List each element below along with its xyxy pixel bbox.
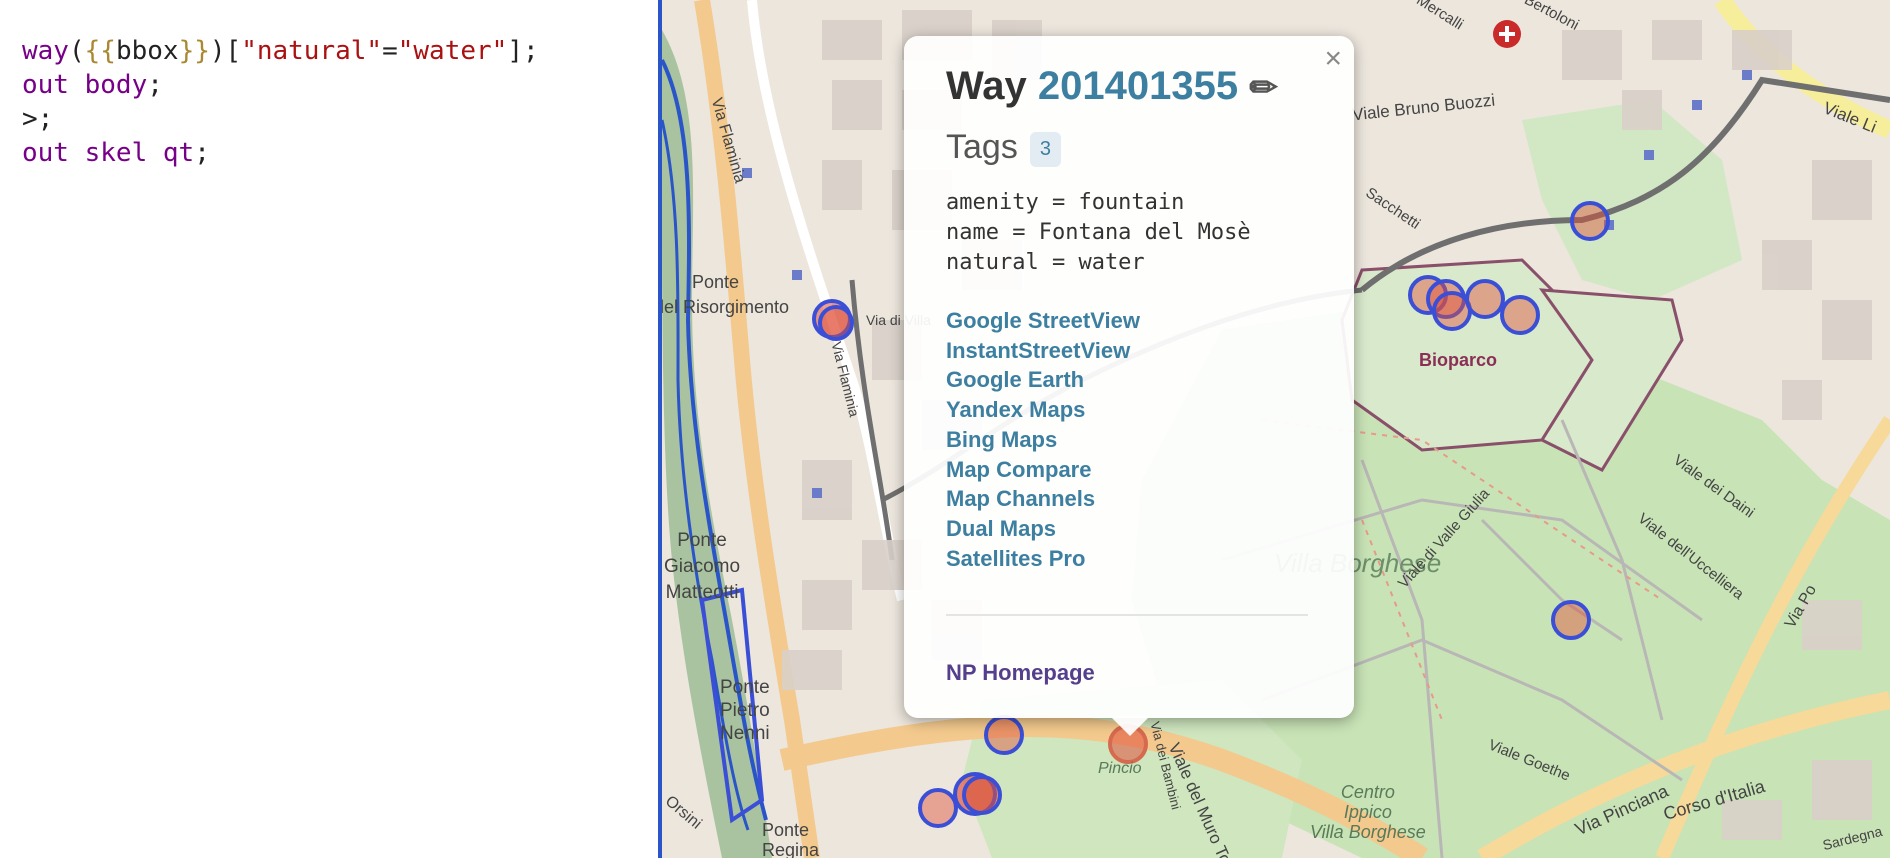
tags-header: Tags 3 (946, 128, 1061, 167)
marker (1570, 201, 1610, 241)
code-token: out body (22, 70, 148, 100)
code-token: way (22, 36, 69, 66)
popup-divider (946, 614, 1308, 616)
code-token: out skel qt (22, 138, 195, 168)
label-ponte-1: Ponte (692, 272, 740, 292)
close-icon[interactable]: × (1324, 44, 1342, 74)
marker (1500, 295, 1540, 335)
external-links: Google StreetView InstantStreetView Goog… (946, 306, 1140, 573)
label-pincio: Pincio (1098, 760, 1142, 777)
link-dual-maps[interactable]: Dual Maps (946, 514, 1140, 544)
link-google-streetview[interactable]: Google StreetView (946, 306, 1140, 336)
query-editor[interactable]: way({{bbox}})["natural"="water"]; out bod… (0, 0, 658, 858)
np-homepage-link[interactable]: NP Homepage (946, 660, 1095, 686)
marker (984, 715, 1024, 755)
code-token: ; (147, 70, 163, 100)
link-satellites-pro[interactable]: Satellites Pro (946, 544, 1140, 574)
code-token: ; (194, 138, 210, 168)
label-ponte-matteotti: Ponte Giacomo Matteotti (664, 530, 741, 603)
popup-tip (1110, 716, 1150, 736)
code-token: ]; (507, 36, 539, 66)
tags-label: Tags (946, 128, 1018, 166)
query-code[interactable]: way({{bbox}})["natural"="water"]; out bod… (22, 34, 539, 170)
tag-row: name = Fontana del Mosè (946, 220, 1251, 245)
code-token: "natural" (241, 36, 383, 66)
tag-row: natural = water (946, 250, 1145, 275)
feature-popup: × Way 201401355 ✏ Tags 3 amenity = founta… (904, 36, 1354, 718)
link-instantstreetview[interactable]: InstantStreetView (946, 336, 1140, 366)
link-google-earth[interactable]: Google Earth (946, 365, 1140, 395)
code-line[interactable]: way({{bbox}})["natural"="water"]; (22, 34, 539, 68)
link-map-compare[interactable]: Map Compare (946, 455, 1140, 485)
title-prefix: Way (946, 64, 1027, 108)
marker (962, 775, 1002, 815)
code-token: "water" (397, 36, 508, 66)
marker (1432, 291, 1472, 331)
tag-row: amenity = fountain (946, 190, 1185, 215)
label-ponte-regina: Ponte Regina (762, 820, 820, 858)
marker (1551, 600, 1591, 640)
pencil-icon[interactable]: ✏ (1249, 69, 1278, 107)
code-token: )[ (209, 36, 242, 66)
code-line[interactable]: >; (22, 102, 539, 136)
label-ponte-nenni: Ponte Pietro Nenni (720, 677, 770, 744)
tags-count-badge: 3 (1029, 131, 1061, 167)
marker (918, 788, 958, 828)
code-token: }} (178, 36, 210, 66)
popup-title: Way 201401355 ✏ (946, 64, 1278, 109)
code-token: ( (68, 36, 85, 66)
label-ponte-2: del Risorgimento (662, 297, 790, 317)
code-token: = (382, 36, 398, 66)
code-token: >; (22, 104, 54, 134)
marker (818, 305, 854, 341)
way-id-link[interactable]: 201401355 (1038, 64, 1238, 108)
label-centro-ippico: Centro Ippico Villa Borghese (1310, 782, 1426, 842)
code-token: bbox (115, 36, 179, 66)
link-yandex-maps[interactable]: Yandex Maps (946, 395, 1140, 425)
marker (1465, 279, 1505, 319)
code-token: {{ (84, 36, 116, 66)
label-bioparco: Bioparco (1419, 350, 1498, 370)
link-map-channels[interactable]: Map Channels (946, 484, 1140, 514)
tag-list: amenity = fountain name = Fontana del Mo… (946, 188, 1251, 278)
link-bing-maps[interactable]: Bing Maps (946, 425, 1140, 455)
code-line[interactable]: out body; (22, 68, 539, 102)
code-line[interactable]: out skel qt; (22, 136, 539, 170)
